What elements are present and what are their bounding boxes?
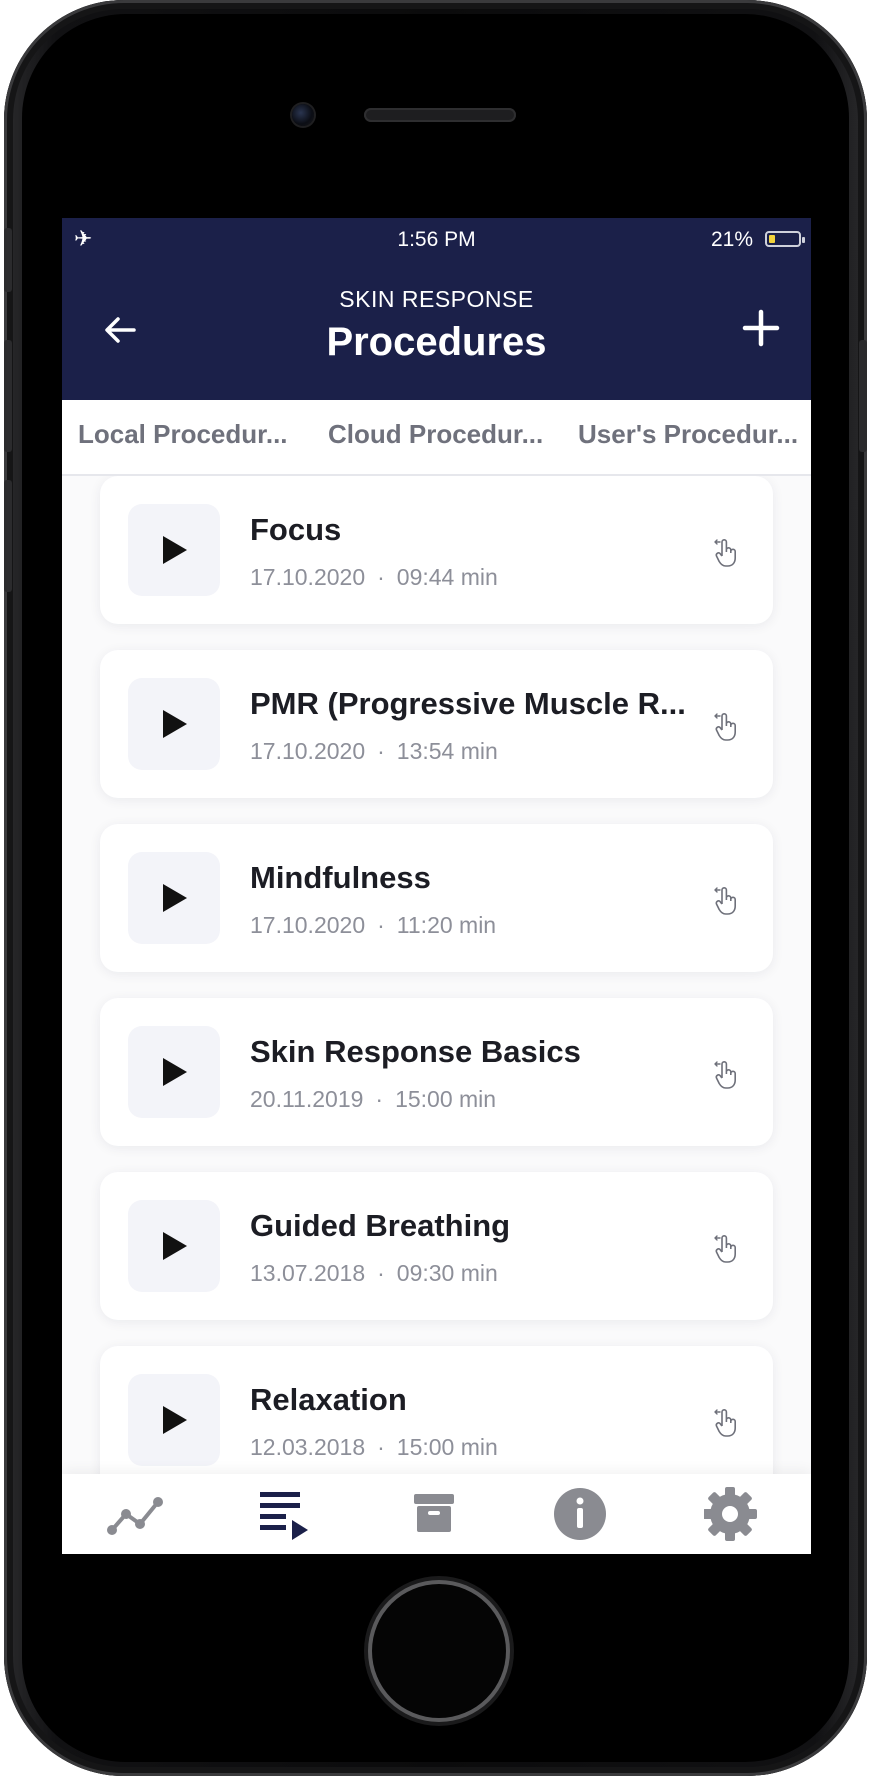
procedure-date: 20.11.2019 — [250, 1086, 364, 1112]
tab-local-procedures[interactable]: Local Procedur... — [62, 400, 312, 474]
procedure-meta: 17.10.2020 · 09:44 min — [250, 564, 498, 591]
procedure-date: 13.07.2018 — [250, 1260, 366, 1286]
procedure-tabs: Local Procedur... Cloud Procedur... User… — [62, 400, 811, 476]
procedure-card[interactable]: Guided Breathing 13.07.2018 · 09:30 min — [100, 1172, 773, 1320]
add-icon[interactable] — [741, 308, 781, 348]
battery-icon — [765, 231, 805, 247]
playlist-icon[interactable] — [258, 1486, 318, 1542]
battery-percentage: 21% — [710, 228, 753, 251]
play-icon — [163, 536, 187, 564]
separator-dot: · — [377, 1260, 385, 1286]
procedure-meta: 20.11.2019 · 15:00 min — [250, 1086, 496, 1113]
app-screen: ✈ 1:56 PM 21% SKIN RESPONSE Procedures L… — [62, 218, 811, 1554]
info-icon[interactable] — [554, 1486, 614, 1542]
drag-hand-icon[interactable] — [712, 1058, 740, 1090]
earpiece-speaker — [364, 108, 516, 122]
tab-users-procedures[interactable]: User's Procedur... — [562, 400, 811, 474]
front-camera — [292, 104, 314, 126]
separator-dot: · — [375, 1086, 384, 1112]
drag-hand-icon[interactable] — [712, 1406, 740, 1438]
procedure-list: Focus 17.10.2020 · 09:44 min PMR (Progressiv… — [62, 476, 811, 1476]
tab-cloud-procedures[interactable]: Cloud Procedur... — [312, 400, 562, 474]
procedure-date: 17.10.2020 — [250, 564, 366, 590]
play-icon — [163, 1058, 187, 1086]
volume-down-button — [4, 480, 12, 592]
drag-hand-icon[interactable] — [712, 884, 740, 916]
procedure-card[interactable]: Skin Response Basics 20.11.2019 · 15:00 min — [100, 998, 773, 1146]
power-button — [859, 340, 867, 452]
play-button[interactable] — [128, 1026, 220, 1118]
play-button[interactable] — [128, 678, 220, 770]
procedure-meta: 17.10.2020 · 11:20 min — [250, 912, 496, 939]
procedure-title: Skin Response Basics — [250, 1034, 581, 1069]
play-icon — [163, 884, 187, 912]
play-button[interactable] — [128, 1200, 220, 1292]
play-button[interactable] — [128, 504, 220, 596]
procedure-meta: 17.10.2020 · 13:54 min — [250, 738, 498, 765]
procedure-date: 17.10.2020 — [250, 738, 366, 764]
drag-hand-icon[interactable] — [712, 536, 740, 568]
app-header: ✈ 1:56 PM 21% SKIN RESPONSE Procedures — [62, 218, 811, 400]
procedure-title: Guided Breathing — [250, 1208, 511, 1243]
procedure-title: Relaxation — [250, 1382, 407, 1417]
play-button[interactable] — [128, 852, 220, 944]
status-bar: ✈ 1:56 PM 21% — [62, 218, 811, 262]
procedure-duration: 15:00 min — [396, 1434, 498, 1460]
separator-dot: · — [377, 564, 385, 590]
procedure-card[interactable]: Relaxation 12.03.2018 · 15:00 min — [100, 1346, 773, 1476]
play-icon — [163, 1406, 187, 1434]
home-button[interactable] — [372, 1584, 506, 1718]
procedure-duration: 15:00 min — [395, 1086, 497, 1112]
archive-icon[interactable] — [408, 1486, 468, 1542]
procedure-card[interactable]: Mindfulness 17.10.2020 · 11:20 min — [100, 824, 773, 972]
procedure-date: 17.10.2020 — [250, 912, 366, 938]
settings-gear-icon[interactable] — [704, 1486, 764, 1542]
procedure-title: PMR (Progressive Muscle R... — [250, 686, 686, 721]
drag-hand-icon[interactable] — [712, 1232, 740, 1264]
procedure-card[interactable]: PMR (Progressive Muscle R... 17.10.2020 · 1… — [100, 650, 773, 798]
volume-up-button — [4, 340, 12, 452]
play-button[interactable] — [128, 1374, 220, 1466]
separator-dot: · — [377, 738, 385, 764]
procedure-duration: 09:30 min — [396, 1260, 498, 1286]
page-title: Procedures — [326, 320, 547, 364]
procedure-card[interactable]: Focus 17.10.2020 · 09:44 min — [100, 476, 773, 624]
play-icon — [163, 710, 187, 738]
status-time: 1:56 PM — [397, 228, 476, 251]
procedure-date: 12.03.2018 — [250, 1434, 366, 1460]
header-subtitle: SKIN RESPONSE — [339, 286, 534, 312]
drag-hand-icon[interactable] — [712, 710, 740, 742]
procedure-duration: 09:44 min — [396, 564, 498, 590]
bottom-tab-bar — [62, 1474, 811, 1554]
chart-line-icon[interactable] — [106, 1486, 166, 1542]
procedure-title: Mindfulness — [250, 860, 431, 895]
procedure-meta: 13.07.2018 · 09:30 min — [250, 1260, 498, 1287]
mute-switch — [4, 228, 12, 292]
procedure-duration: 13:54 min — [396, 738, 498, 764]
separator-dot: · — [377, 1434, 385, 1460]
procedure-duration: 11:20 min — [396, 912, 497, 938]
procedure-meta: 12.03.2018 · 15:00 min — [250, 1434, 498, 1461]
procedure-title: Focus — [250, 512, 342, 547]
play-icon — [163, 1232, 187, 1260]
separator-dot: · — [377, 912, 385, 938]
battery-level — [769, 235, 775, 243]
